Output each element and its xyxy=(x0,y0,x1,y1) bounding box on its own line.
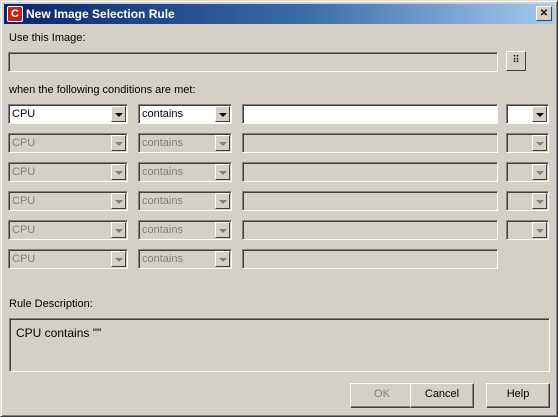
chevron-down-icon xyxy=(215,251,230,267)
condition-operator-select: contains xyxy=(138,220,232,240)
app-icon: C xyxy=(7,6,23,22)
condition-operator-select: contains xyxy=(138,249,232,269)
chevron-down-icon xyxy=(111,193,126,209)
cancel-button[interactable]: Cancel xyxy=(410,383,474,408)
condition-value-input xyxy=(242,162,498,182)
conditions-label: when the following conditions are met: xyxy=(9,84,196,96)
window-title: New Image Selection Rule xyxy=(26,7,175,21)
condition-operator-select-text: contains xyxy=(142,137,183,149)
condition-operator-select-text: contains xyxy=(142,253,183,265)
chevron-down-icon xyxy=(532,222,547,238)
condition-connector-select xyxy=(506,220,549,240)
condition-attribute-select: CPU xyxy=(8,220,128,240)
condition-value-input xyxy=(242,133,498,153)
condition-connector-select xyxy=(506,133,549,153)
chevron-down-icon[interactable] xyxy=(532,106,547,122)
chevron-down-icon xyxy=(532,164,547,180)
chevron-down-icon xyxy=(111,222,126,238)
condition-connector-select[interactable] xyxy=(506,104,549,124)
chevron-down-icon xyxy=(532,193,547,209)
condition-operator-select-text: contains xyxy=(142,166,183,178)
condition-attribute-select: CPU xyxy=(8,191,128,211)
condition-connector-select xyxy=(506,162,549,182)
chevron-down-icon[interactable] xyxy=(215,106,230,122)
condition-attribute-select: CPU xyxy=(8,162,128,182)
condition-value-input xyxy=(242,249,498,269)
condition-attribute-select-text: CPU xyxy=(12,253,36,265)
use-image-label: Use this Image: xyxy=(9,32,86,44)
condition-connector-select xyxy=(506,191,549,211)
condition-value-input xyxy=(242,220,498,240)
chevron-down-icon xyxy=(111,135,126,151)
rule-description-label: Rule Description: xyxy=(9,298,93,310)
condition-operator-select: contains xyxy=(138,162,232,182)
condition-attribute-select-text: CPU xyxy=(12,195,36,207)
close-button[interactable]: ✕ xyxy=(536,6,552,21)
title-bar[interactable]: C New Image Selection Rule ✕ xyxy=(4,4,554,24)
condition-operator-select: contains xyxy=(138,191,232,211)
ok-button[interactable]: OK xyxy=(350,383,414,408)
image-field xyxy=(8,52,498,72)
browse-image-button[interactable]: ⠿ xyxy=(506,51,526,71)
condition-attribute-select: CPU xyxy=(8,249,128,269)
condition-attribute-select[interactable]: CPU xyxy=(8,104,128,124)
condition-attribute-select-text: CPU xyxy=(12,108,36,120)
chevron-down-icon xyxy=(111,164,126,180)
condition-attribute-select-text: CPU xyxy=(12,224,36,236)
chevron-down-icon[interactable] xyxy=(111,106,126,122)
condition-operator-select[interactable]: contains xyxy=(138,104,232,124)
tree-browse-icon: ⠿ xyxy=(512,55,520,66)
chevron-down-icon xyxy=(215,193,230,209)
rule-description-box: CPU contains "" xyxy=(9,318,550,372)
chevron-down-icon xyxy=(111,251,126,267)
dialog-window: C New Image Selection Rule ✕ Use this Im… xyxy=(0,0,558,417)
condition-value-input[interactable] xyxy=(242,104,498,124)
chevron-down-icon xyxy=(215,222,230,238)
chevron-down-icon xyxy=(215,135,230,151)
help-button[interactable]: Help xyxy=(486,383,550,408)
condition-attribute-select-text: CPU xyxy=(12,137,36,149)
condition-operator-select-text: contains xyxy=(142,195,183,207)
chevron-down-icon xyxy=(532,135,547,151)
condition-attribute-select-text: CPU xyxy=(12,166,36,178)
condition-operator-select-text: contains xyxy=(142,224,183,236)
condition-operator-select-text: contains xyxy=(142,108,183,120)
condition-attribute-select: CPU xyxy=(8,133,128,153)
condition-operator-select: contains xyxy=(138,133,232,153)
chevron-down-icon xyxy=(215,164,230,180)
condition-value-input xyxy=(242,191,498,211)
